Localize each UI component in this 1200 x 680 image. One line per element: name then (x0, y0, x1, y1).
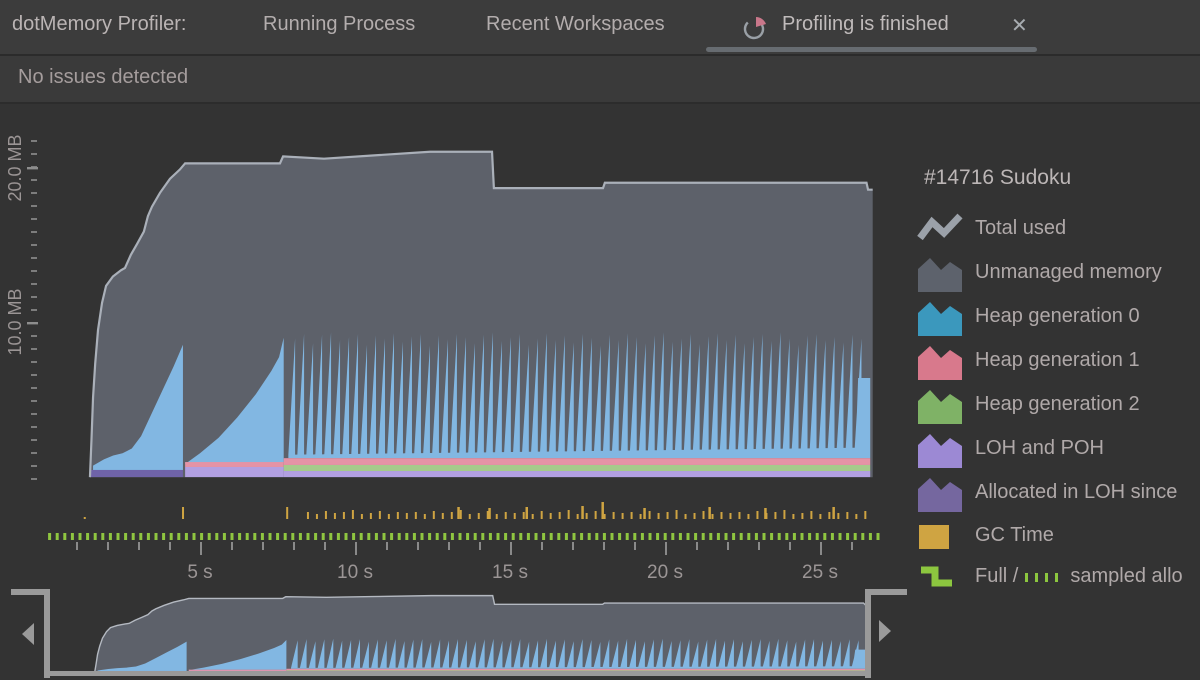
scroll-right-button[interactable] (879, 620, 891, 642)
legend-label-suffix: sampled allo (1070, 565, 1182, 588)
heap-gen0-icon (917, 298, 963, 338)
legend-label: LOH and POH (975, 437, 1104, 460)
allocated-loh-icon (917, 474, 963, 514)
heap-gen2-icon (917, 386, 963, 426)
y-axis-label-10mb: 10.0 MB (5, 282, 27, 362)
range-end-handle-bar[interactable] (865, 589, 871, 678)
tab-running-process[interactable]: Running Process (263, 13, 415, 36)
svg-text:5 s: 5 s (187, 562, 212, 583)
heap-gen1-icon (917, 342, 963, 382)
status-text: No issues detected (18, 66, 188, 89)
legend-label-prefix: Full / (975, 565, 1018, 588)
svg-text:20 s: 20 s (647, 562, 683, 583)
legend-label: Heap generation 0 (975, 305, 1140, 328)
unmanaged-memory-icon (917, 254, 963, 294)
total-used-icon (917, 210, 963, 250)
app-title: dotMemory Profiler: (12, 13, 187, 36)
legend-label: Allocated in LOH since (975, 481, 1177, 504)
legend-label: Unmanaged memory (975, 261, 1162, 284)
profiling-pie-icon (742, 15, 768, 41)
legend-label: Heap generation 2 (975, 393, 1140, 416)
tab-profiling-finished[interactable]: Profiling is finished (782, 13, 949, 36)
chart-plot-area[interactable] (45, 110, 873, 480)
range-end-handle[interactable] (871, 589, 907, 595)
full-alloc-step-icon (917, 558, 963, 598)
minimap-baseline (44, 671, 871, 676)
header-bar: dotMemory Profiler: Running Process Rece… (0, 0, 1200, 56)
svg-text:25 s: 25 s (802, 562, 838, 583)
y-axis-label-20mb: 20.0 MB (5, 128, 27, 208)
sampled-dashes-icon (1024, 569, 1064, 585)
scroll-left-button[interactable] (22, 623, 34, 645)
process-title: #14716 Sudoku (924, 166, 1071, 190)
legend-label: GC Time (975, 524, 1054, 547)
legend-label: Total used (975, 217, 1066, 240)
svg-text:15 s: 15 s (492, 562, 528, 583)
gc-time-icon (917, 517, 963, 557)
status-bar: No issues detected (0, 56, 1200, 104)
close-icon[interactable]: ✕ (1011, 13, 1028, 38)
svg-text:10 s: 10 s (337, 562, 373, 583)
range-start-handle-bar[interactable] (44, 589, 50, 678)
active-tab-indicator (706, 47, 1037, 52)
legend-label: Heap generation 1 (975, 349, 1140, 372)
minimap[interactable] (44, 589, 877, 680)
tab-recent-workspaces[interactable]: Recent Workspaces (486, 13, 665, 36)
loh-poh-icon (917, 430, 963, 470)
